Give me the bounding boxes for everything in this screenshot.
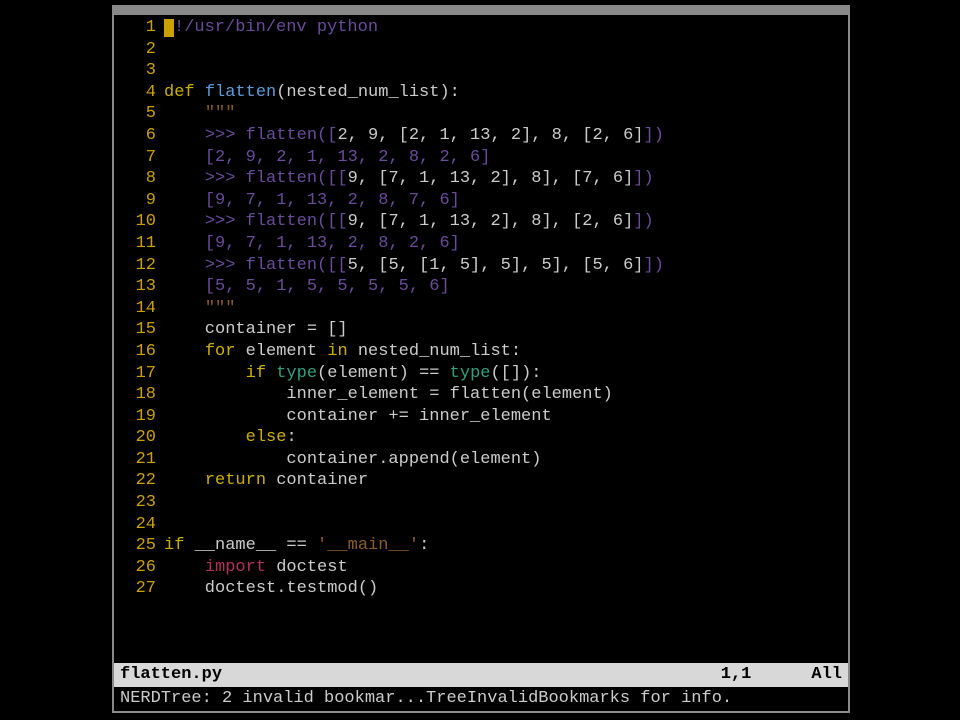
- line-number: 26: [114, 557, 164, 579]
- line-number: 6: [114, 125, 164, 147]
- code-line[interactable]: 16 for element in nested_num_list:: [114, 341, 848, 363]
- line-number: 1: [114, 17, 164, 39]
- code-content[interactable]: for element in nested_num_list:: [164, 341, 848, 363]
- line-number: 12: [114, 255, 164, 277]
- cursor: [164, 19, 174, 37]
- line-number: 9: [114, 190, 164, 212]
- code-line[interactable]: 9 [9, 7, 1, 13, 2, 8, 7, 6]: [114, 190, 848, 212]
- line-number: 14: [114, 298, 164, 320]
- code-line[interactable]: 12 >>> flatten([[5, [5, [1, 5], 5], 5], …: [114, 255, 848, 277]
- code-line[interactable]: 20 else:: [114, 427, 848, 449]
- code-content[interactable]: inner_element = flatten(element): [164, 384, 848, 406]
- code-content[interactable]: >>> flatten([[5, [5, [1, 5], 5], 5], [5,…: [164, 255, 848, 277]
- code-content[interactable]: [5, 5, 1, 5, 5, 5, 5, 6]: [164, 276, 848, 298]
- code-line[interactable]: 19 container += inner_element: [114, 406, 848, 428]
- code-line[interactable]: 4def flatten(nested_num_list):: [114, 82, 848, 104]
- code-line[interactable]: 2: [114, 39, 848, 61]
- code-line[interactable]: 21 container.append(element): [114, 449, 848, 471]
- code-line[interactable]: 7 [2, 9, 2, 1, 13, 2, 8, 2, 6]: [114, 147, 848, 169]
- code-line[interactable]: 15 container = []: [114, 319, 848, 341]
- line-number: 27: [114, 578, 164, 600]
- code-content[interactable]: >>> flatten([[9, [7, 1, 13, 2], 8], [2, …: [164, 211, 848, 233]
- code-content[interactable]: [164, 514, 848, 536]
- code-content[interactable]: else:: [164, 427, 848, 449]
- line-number: 22: [114, 470, 164, 492]
- code-content[interactable]: [9, 7, 1, 13, 2, 8, 2, 6]: [164, 233, 848, 255]
- code-line[interactable]: 6 >>> flatten([2, 9, [2, 1, 13, 2], 8, […: [114, 125, 848, 147]
- code-content[interactable]: container += inner_element: [164, 406, 848, 428]
- line-number: 24: [114, 514, 164, 536]
- line-number: 11: [114, 233, 164, 255]
- line-number: 23: [114, 492, 164, 514]
- code-line[interactable]: 5 """: [114, 103, 848, 125]
- code-content[interactable]: if type(element) == type([]):: [164, 363, 848, 385]
- line-number: 25: [114, 535, 164, 557]
- code-content[interactable]: def flatten(nested_num_list):: [164, 82, 848, 104]
- line-number: 5: [114, 103, 164, 125]
- status-cursor-position: 1,1: [721, 663, 752, 687]
- status-scroll-indicator: All: [811, 663, 842, 687]
- code-line[interactable]: 27 doctest.testmod(): [114, 578, 848, 600]
- code-line[interactable]: 10 >>> flatten([[9, [7, 1, 13, 2], 8], […: [114, 211, 848, 233]
- code-line[interactable]: 3: [114, 60, 848, 82]
- code-content[interactable]: """: [164, 103, 848, 125]
- line-number: 10: [114, 211, 164, 233]
- code-line[interactable]: 25if __name__ == '__main__':: [114, 535, 848, 557]
- code-line[interactable]: 26 import doctest: [114, 557, 848, 579]
- code-line[interactable]: 22 return container: [114, 470, 848, 492]
- code-line[interactable]: 1!/usr/bin/env python: [114, 17, 848, 39]
- code-line[interactable]: 17 if type(element) == type([]):: [114, 363, 848, 385]
- code-content[interactable]: [164, 60, 848, 82]
- code-content[interactable]: >>> flatten([2, 9, [2, 1, 13, 2], 8, [2,…: [164, 125, 848, 147]
- status-bar: flatten.py 1,1 All: [114, 663, 848, 687]
- line-number: 4: [114, 82, 164, 104]
- message-line: NERDTree: 2 invalid bookmar...TreeInvali…: [114, 687, 848, 711]
- code-content[interactable]: import doctest: [164, 557, 848, 579]
- line-number: 19: [114, 406, 164, 428]
- code-content[interactable]: !/usr/bin/env python: [164, 17, 848, 39]
- code-line[interactable]: 8 >>> flatten([[9, [7, 1, 13, 2], 8], [7…: [114, 168, 848, 190]
- code-line[interactable]: 13 [5, 5, 1, 5, 5, 5, 5, 6]: [114, 276, 848, 298]
- line-number: 7: [114, 147, 164, 169]
- line-number: 21: [114, 449, 164, 471]
- code-content[interactable]: [164, 492, 848, 514]
- code-content[interactable]: doctest.testmod(): [164, 578, 848, 600]
- code-content[interactable]: >>> flatten([[9, [7, 1, 13, 2], 8], [7, …: [164, 168, 848, 190]
- line-number: 8: [114, 168, 164, 190]
- code-line[interactable]: 14 """: [114, 298, 848, 320]
- code-content[interactable]: return container: [164, 470, 848, 492]
- line-number: 16: [114, 341, 164, 363]
- line-number: 18: [114, 384, 164, 406]
- code-content[interactable]: [164, 39, 848, 61]
- code-content[interactable]: """: [164, 298, 848, 320]
- code-line[interactable]: 24: [114, 514, 848, 536]
- code-content[interactable]: if __name__ == '__main__':: [164, 535, 848, 557]
- code-content[interactable]: container = []: [164, 319, 848, 341]
- code-line[interactable]: 18 inner_element = flatten(element): [114, 384, 848, 406]
- code-editor[interactable]: 1!/usr/bin/env python234def flatten(nest…: [114, 15, 848, 663]
- terminal-window: 1!/usr/bin/env python234def flatten(nest…: [112, 5, 850, 713]
- code-line[interactable]: 11 [9, 7, 1, 13, 2, 8, 2, 6]: [114, 233, 848, 255]
- code-content[interactable]: [2, 9, 2, 1, 13, 2, 8, 2, 6]: [164, 147, 848, 169]
- code-content[interactable]: [9, 7, 1, 13, 2, 8, 7, 6]: [164, 190, 848, 212]
- code-line[interactable]: 23: [114, 492, 848, 514]
- line-number: 2: [114, 39, 164, 61]
- line-number: 3: [114, 60, 164, 82]
- code-content[interactable]: container.append(element): [164, 449, 848, 471]
- line-number: 17: [114, 363, 164, 385]
- line-number: 20: [114, 427, 164, 449]
- line-number: 15: [114, 319, 164, 341]
- status-filename: flatten.py: [120, 663, 222, 687]
- line-number: 13: [114, 276, 164, 298]
